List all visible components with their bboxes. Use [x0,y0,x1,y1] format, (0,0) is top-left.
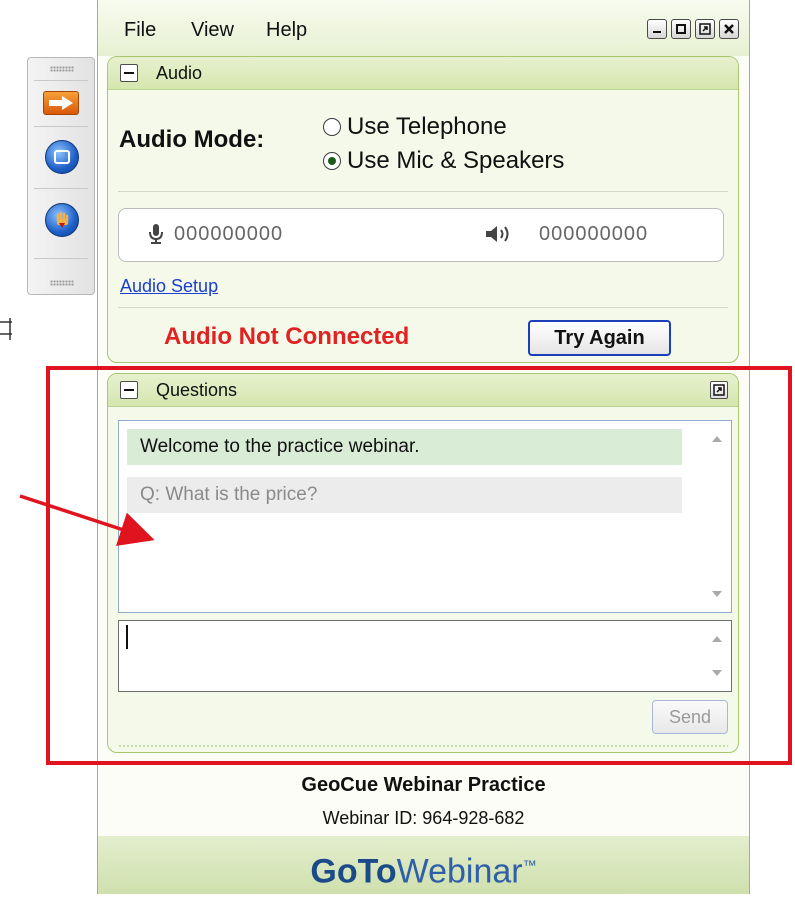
arrow-right-icon[interactable] [43,91,79,115]
restore-icon[interactable] [695,19,715,39]
menu-help[interactable]: Help [266,19,307,42]
webinar-id: Webinar ID: 964-928-682 [322,808,525,828]
mic-level-meter: 000000000 [174,223,284,245]
minimize-icon[interactable] [647,19,667,39]
divider [34,126,88,127]
questions-panel: Questions Welcome to the practice webina… [107,373,739,753]
log-scrollbar[interactable] [703,421,731,612]
menu-view[interactable]: View [191,19,234,42]
audio-level-meters: 000000000 000000000 [118,208,724,262]
brand-to: To [357,852,397,891]
audio-panel: Audio Audio Mode: Use Telephone Use Mic … [107,56,739,363]
divider [34,80,88,81]
audio-panel-header: Audio [108,57,738,90]
gotowebinar-logo: GoToWebinar™ [98,836,749,894]
raise-hand-icon[interactable] [45,203,79,237]
screen-icon[interactable] [45,140,79,174]
question-input[interactable] [119,621,703,691]
divider [34,258,88,259]
audio-mode-label: Audio Mode: [119,126,265,153]
speaker-level-meter: 000000000 [539,223,649,245]
audio-panel-title: Audio [156,63,203,83]
menu-bar: File View Help [98,0,749,56]
divider [118,307,728,308]
audio-status-text: Audio Not Connected [164,323,410,350]
scroll-down-icon[interactable] [712,670,722,676]
side-toolbar [27,57,95,295]
message-question[interactable]: Q: What is the price? [127,477,682,513]
question-input-box[interactable] [118,620,732,692]
radio-label-telephone: Use Telephone [347,113,507,140]
popout-icon[interactable] [710,381,728,399]
divider [118,191,728,192]
message-welcome: Welcome to the practice webinar. [127,429,682,465]
radio-icon[interactable] [323,118,341,136]
brand-tm: ™ [522,857,537,873]
webinar-footer: GeoCue Webinar Practice Webinar ID: 964-… [98,760,749,894]
radio-use-mic-speakers[interactable]: Use Mic & Speakers [323,147,564,175]
webinar-title: GeoCue Webinar Practice [301,774,546,796]
scroll-up-icon[interactable] [712,436,722,442]
scroll-down-icon[interactable] [712,591,722,597]
menu-file[interactable]: File [124,19,156,42]
resize-grip[interactable] [118,744,728,749]
radio-label-mic-speakers: Use Mic & Speakers [347,147,565,174]
audio-setup-link[interactable]: Audio Setup [120,276,218,297]
scroll-up-icon[interactable] [712,636,722,642]
maximize-icon[interactable] [671,19,691,39]
questions-panel-title: Questions [156,380,238,400]
brand-webinar: Webinar [396,852,523,891]
window-controls [647,19,739,39]
radio-checked-icon[interactable] [323,152,341,170]
microphone-icon [149,224,163,244]
text-caret [126,625,128,649]
try-again-button[interactable]: Try Again [528,320,671,356]
edge-mark [0,318,12,340]
grip-bottom[interactable] [50,280,74,286]
close-icon[interactable] [719,19,739,39]
collapse-audio-icon[interactable] [120,64,138,82]
speaker-icon [486,226,509,242]
input-scrollbar[interactable] [703,621,731,691]
collapse-questions-icon[interactable] [120,381,138,399]
send-button[interactable]: Send [652,700,728,734]
questions-panel-header: Questions [108,374,738,407]
grip-top[interactable] [50,66,74,72]
radio-use-telephone[interactable]: Use Telephone [323,113,507,141]
divider [34,188,88,189]
brand-go: Go [310,852,358,891]
questions-log[interactable]: Welcome to the practice webinar. Q: What… [118,420,732,613]
webinar-control-panel: File View Help Audio Audio Mode: Use Tel… [97,0,750,894]
